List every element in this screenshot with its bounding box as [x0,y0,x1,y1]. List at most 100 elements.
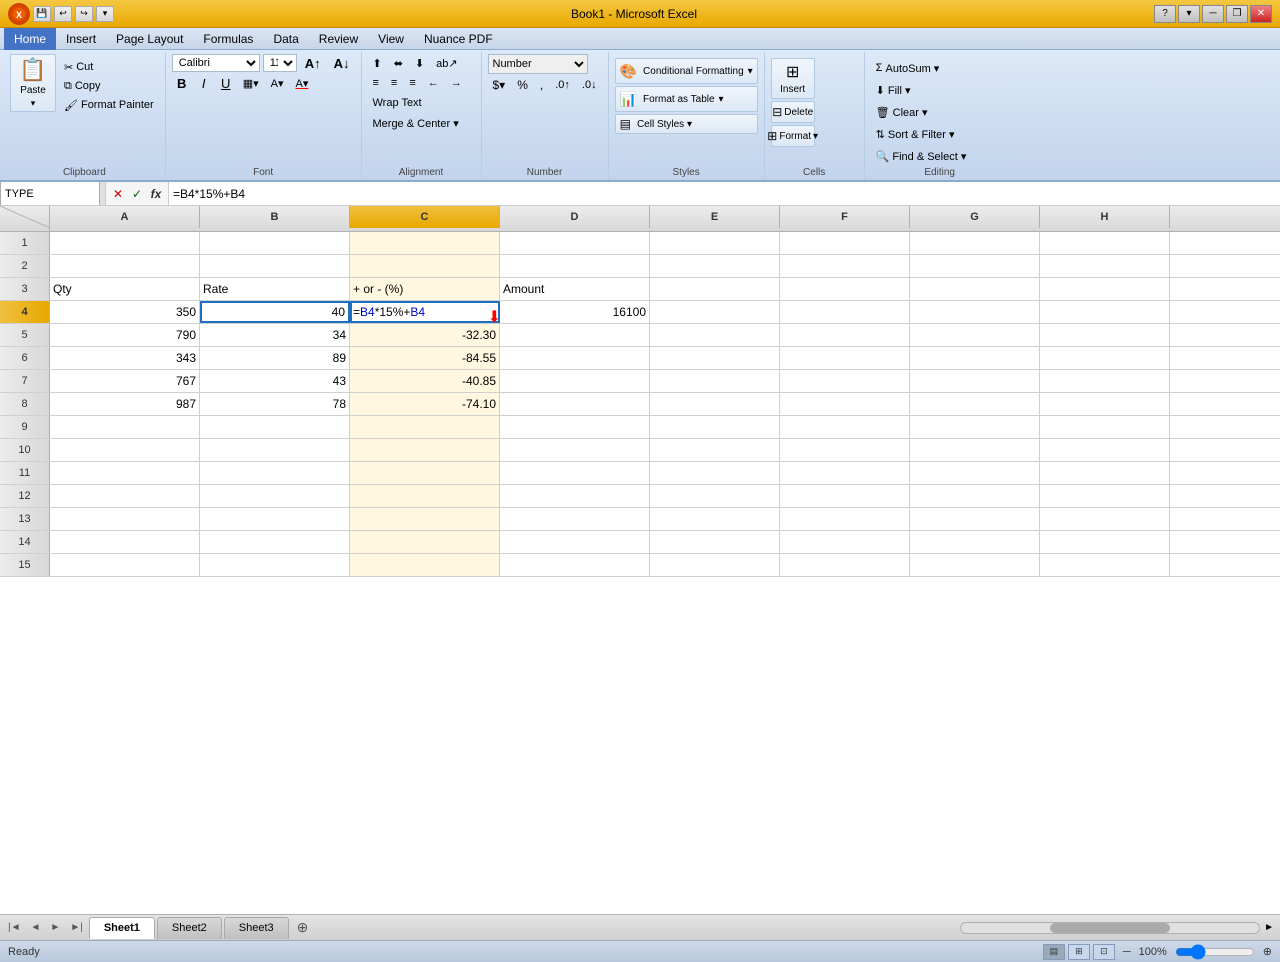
cell-a11[interactable] [50,462,200,484]
menu-home[interactable]: Home [4,28,56,50]
cell-b2[interactable] [200,255,350,277]
first-sheet-nav[interactable]: |◄ [4,920,25,935]
row-num-4[interactable]: 4 [0,301,50,323]
cell-c1[interactable] [350,232,500,254]
cell-c6[interactable]: -84.55 [350,347,500,369]
row-num-7[interactable]: 7 [0,370,50,392]
cell-h13[interactable] [1040,508,1170,530]
cell-h10[interactable] [1040,439,1170,461]
cell-g3[interactable] [910,278,1040,300]
col-header-a[interactable]: A [50,206,200,228]
cell-a8[interactable]: 987 [50,393,200,415]
indent-increase-btn[interactable]: → [446,74,467,92]
fill-color-button[interactable]: A▾ [266,74,289,92]
cell-b5[interactable]: 34 [200,324,350,346]
decrease-font-btn[interactable]: A↓ [329,54,355,72]
cell-c10[interactable] [350,439,500,461]
col-header-c[interactable]: C [350,206,500,228]
formula-input[interactable] [168,182,1280,205]
cell-c4[interactable]: =B4*15%+B4 ⬇ [350,301,500,323]
zoom-slider[interactable] [1175,947,1255,957]
cell-d15[interactable] [500,554,650,576]
increase-font-btn[interactable]: A↑ [300,54,326,72]
cell-d14[interactable] [500,531,650,553]
close-btn[interactable]: ✕ [1250,5,1272,23]
cell-c15[interactable] [350,554,500,576]
clear-btn[interactable]: 🗑 Clear ▾ [871,102,933,122]
customize-quick-btn[interactable]: ▾ [96,6,114,22]
format-painter-button[interactable]: 🖌 Format Painter [59,96,159,114]
row-num-9[interactable]: 9 [0,416,50,438]
cell-e2[interactable] [650,255,780,277]
font-size-select[interactable]: 11 [263,54,297,72]
cell-g2[interactable] [910,255,1040,277]
cell-d12[interactable] [500,485,650,507]
cell-d10[interactable] [500,439,650,461]
align-middle-btn[interactable]: ⬌ [389,54,408,72]
merge-center-btn[interactable]: Merge & Center ▾ [368,114,464,132]
cell-a3[interactable]: Qty [50,278,200,300]
corner-cell[interactable] [0,206,50,231]
cell-e11[interactable] [650,462,780,484]
cell-e3[interactable] [650,278,780,300]
cell-f11[interactable] [780,462,910,484]
cell-g1[interactable] [910,232,1040,254]
cell-b12[interactable] [200,485,350,507]
decrease-decimal-btn[interactable]: .0↓ [577,76,602,94]
fill-btn[interactable]: ⬇ Fill ▾ [871,80,916,100]
cell-h4[interactable] [1040,301,1170,323]
next-sheet-nav[interactable]: ► [46,920,64,935]
cell-e6[interactable] [650,347,780,369]
cell-b11[interactable] [200,462,350,484]
cell-d4[interactable]: 16100 [500,301,650,323]
cell-e15[interactable] [650,554,780,576]
menu-view[interactable]: View [368,28,414,50]
cell-h6[interactable] [1040,347,1170,369]
cell-f14[interactable] [780,531,910,553]
cell-b14[interactable] [200,531,350,553]
conditional-formatting-btn[interactable]: 🎨 Conditional Formatting ▾ [615,58,758,84]
cell-c2[interactable] [350,255,500,277]
cell-h9[interactable] [1040,416,1170,438]
cell-e13[interactable] [650,508,780,530]
cell-h5[interactable] [1040,324,1170,346]
paste-button[interactable]: 📋 Paste ▾ [10,54,56,112]
page-break-view-btn[interactable]: ⊡ [1093,944,1115,960]
cell-c3[interactable]: + or - (%) [350,278,500,300]
menu-data[interactable]: Data [263,28,308,50]
cell-b8[interactable]: 78 [200,393,350,415]
undo-quick-btn[interactable]: ↩ [54,6,72,22]
col-header-g[interactable]: G [910,206,1040,228]
border-button[interactable]: ▦▾ [238,74,264,92]
col-header-b[interactable]: B [200,206,350,228]
cell-b10[interactable] [200,439,350,461]
cell-g12[interactable] [910,485,1040,507]
cell-c12[interactable] [350,485,500,507]
cell-g9[interactable] [910,416,1040,438]
cell-h3[interactable] [1040,278,1170,300]
cut-button[interactable]: ✂ Cut [59,58,159,76]
cell-b13[interactable] [200,508,350,530]
cell-h1[interactable] [1040,232,1170,254]
cell-c7[interactable]: -40.85 [350,370,500,392]
cell-a10[interactable] [50,439,200,461]
row-num-6[interactable]: 6 [0,347,50,369]
cell-g11[interactable] [910,462,1040,484]
cell-e5[interactable] [650,324,780,346]
cell-h2[interactable] [1040,255,1170,277]
help-btn[interactable]: ? [1154,5,1176,23]
row-num-15[interactable]: 15 [0,554,50,576]
cell-c11[interactable] [350,462,500,484]
cell-e1[interactable] [650,232,780,254]
cell-d7[interactable] [500,370,650,392]
cell-f7[interactable] [780,370,910,392]
cell-a12[interactable] [50,485,200,507]
copy-button[interactable]: ⧉ Copy [59,77,159,95]
cell-b1[interactable] [200,232,350,254]
menu-review[interactable]: Review [309,28,368,50]
cell-styles-btn[interactable]: ▤ Cell Styles ▾ [615,114,758,134]
format-as-table-btn[interactable]: 📊 Format as Table ▾ [615,86,758,112]
col-header-h[interactable]: H [1040,206,1170,228]
redo-quick-btn[interactable]: ↪ [75,6,93,22]
formula-fx-icon[interactable]: fx [148,187,164,201]
